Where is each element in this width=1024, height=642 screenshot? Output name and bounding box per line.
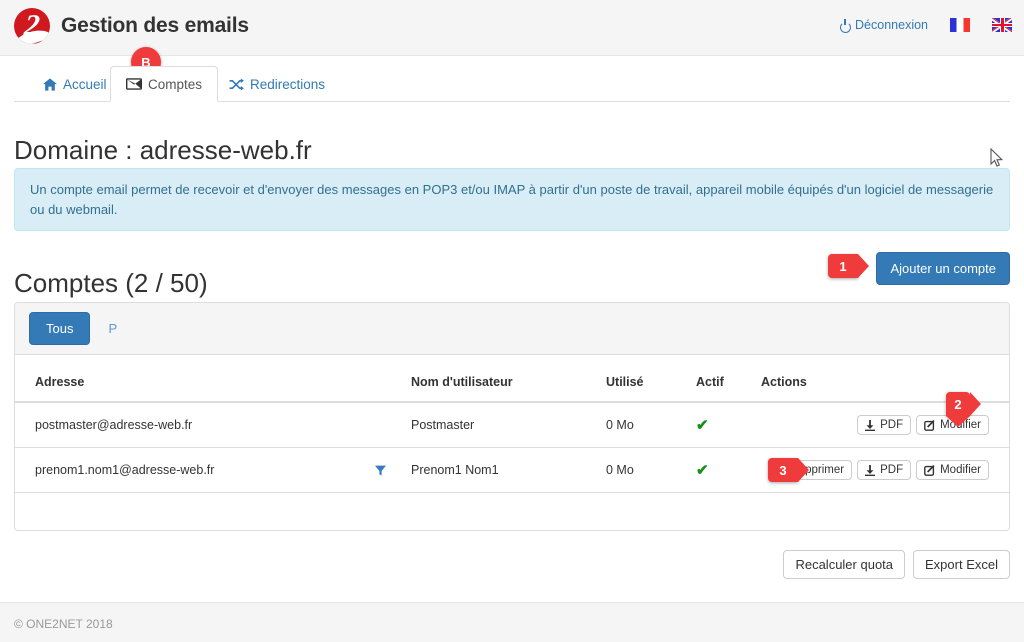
- pdf-button[interactable]: PDF: [857, 415, 912, 435]
- pdf-button-label: PDF: [880, 419, 904, 431]
- flag-fr-icon[interactable]: [950, 18, 970, 32]
- tab-redirections[interactable]: Redirections: [214, 66, 340, 102]
- pdf-button-label: PDF: [880, 464, 904, 476]
- accounts-filter-bar: Tous P: [15, 303, 1009, 355]
- envelope-icon: [126, 78, 142, 90]
- download-icon: [865, 419, 876, 431]
- cell-utilise: 0 Mo: [606, 402, 696, 448]
- annotation-marker-2-tail: [946, 416, 970, 427]
- cell-adresse: prenom1.nom1@adresse-web.fr: [15, 447, 375, 493]
- app-header: 2 Gestion des emails Déconnexion: [0, 0, 1024, 56]
- cell-filter-icon: [375, 402, 411, 448]
- accounts-table: Adresse Nom d'utilisateur Utilisé Actif …: [15, 355, 1009, 493]
- cell-actif: ✔: [696, 402, 761, 448]
- export-excel-button[interactable]: Export Excel: [913, 550, 1010, 579]
- tab-comptes-label: Comptes: [148, 76, 203, 92]
- add-account-button[interactable]: Ajouter un compte: [876, 252, 1010, 285]
- edit-button[interactable]: Modifier: [916, 460, 989, 480]
- cell-filter-icon: [375, 447, 411, 493]
- info-alert: Un compte email permet de recevoir et d'…: [14, 168, 1010, 231]
- cell-nom-utilisateur: Prenom1 Nom1: [411, 447, 606, 493]
- column-header-nom-utilisateur: Nom d'utilisateur: [411, 355, 606, 403]
- tab-redirections-label: Redirections: [250, 76, 326, 92]
- app-footer: © ONE2NET 2018: [0, 602, 1024, 642]
- power-icon: [840, 18, 852, 33]
- table-row: postmaster@adresse-web.fr Postmaster 0 M…: [15, 402, 1009, 448]
- shuffle-icon: [229, 78, 244, 91]
- flag-uk-icon[interactable]: [992, 18, 1012, 32]
- column-header-utilise: Utilisé: [606, 355, 696, 403]
- cell-utilise: 0 Mo: [606, 447, 696, 493]
- annotation-marker-3: 3: [768, 458, 809, 482]
- logout-label: Déconnexion: [855, 18, 928, 32]
- annotation-marker-2: 2: [946, 392, 981, 427]
- check-icon: ✔: [696, 417, 709, 434]
- cell-nom-utilisateur: Postmaster: [411, 402, 606, 448]
- accounts-panel: Tous P Adresse Nom d'utilisateur Utilisé…: [14, 302, 1010, 531]
- footer-copyright: © ONE2NET 2018: [14, 617, 113, 631]
- edit-button-label: Modifier: [940, 464, 981, 476]
- cell-adresse: postmaster@adresse-web.fr: [15, 402, 375, 448]
- table-header-row: Adresse Nom d'utilisateur Utilisé Actif …: [15, 355, 1009, 403]
- recalculer-quota-button[interactable]: Recalculer quota: [783, 550, 906, 579]
- download-icon: [865, 464, 876, 476]
- tab-accueil-label: Accueil: [63, 76, 107, 92]
- page-title: Domaine : adresse-web.fr: [14, 135, 312, 166]
- one2net-logo: 2: [14, 8, 50, 44]
- tab-accueil[interactable]: Accueil: [28, 66, 122, 102]
- table-footer-actions: Recalculer quota Export Excel: [783, 550, 1010, 579]
- edit-icon: [924, 464, 935, 476]
- filter-tous-button[interactable]: Tous: [29, 312, 91, 345]
- funnel-icon: [375, 465, 411, 476]
- main-nav-tabs: Accueil Comptes Redirections: [14, 66, 1010, 102]
- brand-title: Gestion des emails: [61, 14, 249, 37]
- pdf-button[interactable]: PDF: [857, 460, 912, 480]
- logout-button[interactable]: Déconnexion: [840, 18, 928, 33]
- edit-icon: [924, 419, 935, 431]
- column-header-actif: Actif: [696, 355, 761, 403]
- brand: 2 Gestion des emails: [14, 8, 249, 44]
- section-title: Comptes (2 / 50): [14, 267, 208, 298]
- cell-actif: ✔: [696, 447, 761, 493]
- tab-comptes[interactable]: Comptes: [110, 66, 219, 102]
- mouse-cursor: [990, 147, 1004, 171]
- check-icon: ✔: [696, 462, 709, 479]
- annotation-marker-1: 1: [828, 254, 869, 278]
- column-header-adresse: Adresse: [15, 355, 411, 403]
- table-row: prenom1.nom1@adresse-web.fr Prenom1 Nom1…: [15, 447, 1009, 493]
- home-icon: [43, 77, 57, 91]
- header-actions: Déconnexion: [840, 18, 1012, 33]
- filter-p-link[interactable]: P: [98, 313, 127, 344]
